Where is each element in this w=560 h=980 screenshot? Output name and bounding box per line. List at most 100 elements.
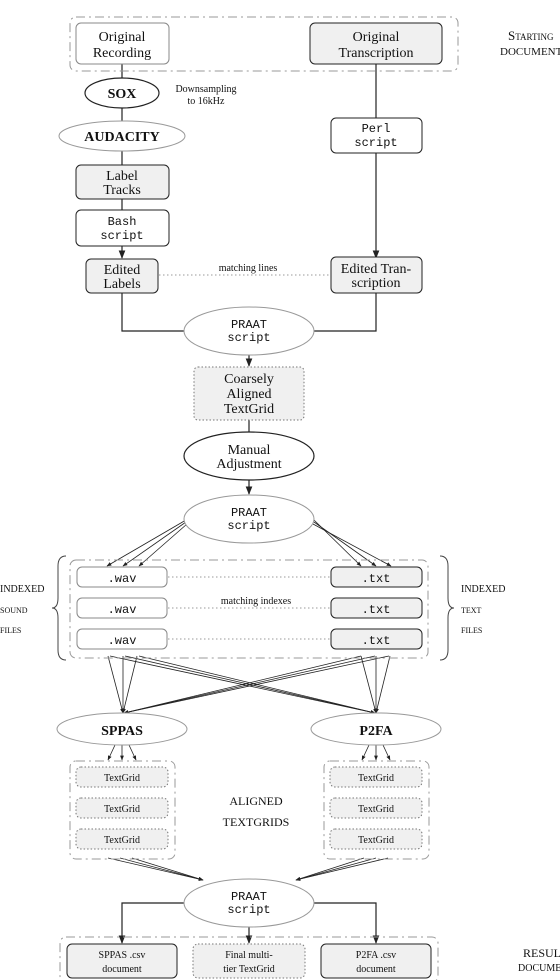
starting-documents-label: Starting documents [500,28,560,58]
sppas-node: SPPAS [56,712,188,746]
svg-text:script: script [227,519,270,533]
svg-text:script: script [354,136,397,150]
svg-text:Downsampling: Downsampling [175,84,236,95]
svg-text:documents: documents [500,46,560,58]
svg-text:Aligned: Aligned [229,794,283,808]
wav-file-3: .wav [76,628,168,650]
indexed-text-files-label: Indexed text files [461,584,505,635]
praat-script-node-2: PRAAT script [183,494,315,544]
svg-text:.wav: .wav [108,572,137,586]
final-multitier-textgrid-node: Final multi- tier TextGrid [192,943,306,979]
svg-text:SPPAS .csv: SPPAS .csv [99,950,146,961]
label-tracks-node: Label Tracks [75,164,170,200]
svg-text:Original: Original [353,30,400,45]
svg-text:Bash: Bash [108,215,137,229]
p2fa-textgrid-2: TextGrid [329,797,423,819]
audacity-node: AUDACITY [58,120,186,152]
svg-text:AUDACITY: AUDACITY [84,130,159,145]
svg-text:Recording: Recording [93,46,151,61]
svg-text:document: document [102,964,142,975]
edges-wav-to-sppas [107,655,138,714]
sppas-textgrid-3: TextGrid [75,828,169,850]
svg-text:sound: sound [0,606,28,615]
svg-text:TextGrid: TextGrid [358,804,394,815]
bash-script-node: Bash script [75,209,170,247]
edges-praat2-to-wav [106,519,188,567]
perl-script-node: Perl script [330,117,423,154]
svg-text:files: files [461,626,482,635]
svg-text:Manual: Manual [228,443,271,458]
workflow-diagram: Original Recording Original Transcriptio… [0,16,560,980]
svg-text:TextGrid: TextGrid [104,835,140,846]
p2fa-csv-document-node: P2FA .csv document [320,943,432,979]
indexed-sound-files-label: Indexed sound files [0,584,44,635]
svg-text:TextGrid: TextGrid [224,402,274,417]
svg-text:PRAAT: PRAAT [231,506,267,520]
coarsely-aligned-textgrid-node: Coarsely Aligned TextGrid [193,366,305,421]
sox-node: SOX [84,77,160,109]
praat-script-node-3: PRAAT script [183,878,315,928]
svg-text:tier TextGrid: tier TextGrid [223,964,275,975]
svg-text:Coarsely: Coarsely [224,372,274,387]
svg-text:document: document [356,964,396,975]
svg-text:script: script [227,331,270,345]
svg-text:Aligned: Aligned [226,387,271,402]
downsampling-note: Downsampling to 16kHz [175,84,236,107]
aligned-textgrids-label: Aligned TextGrids [223,794,290,829]
svg-text:Resulting: Resulting [523,946,560,960]
svg-text:.txt: .txt [362,572,391,586]
svg-text:PRAAT: PRAAT [231,318,267,332]
svg-text:Edited Tran-: Edited Tran- [341,262,412,277]
svg-text:text: text [461,606,482,615]
svg-text:PRAAT: PRAAT [231,890,267,904]
matching-lines-label: matching lines [219,263,278,274]
sppas-textgrid-1: TextGrid [75,766,169,788]
sppas-textgrid-2: TextGrid [75,797,169,819]
svg-text:TextGrid: TextGrid [104,804,140,815]
svg-text:P2FA .csv: P2FA .csv [356,950,396,961]
wav-file-1: .wav [76,566,168,588]
txt-file-1: .txt [330,566,423,588]
p2fa-textgrid-3: TextGrid [329,828,423,850]
edge-labels-praat1 [121,293,184,332]
svg-text:script: script [227,903,270,917]
svg-text:Perl: Perl [362,122,391,136]
edges-praat2-to-txt [312,519,392,567]
praat-script-node-1: PRAAT script [183,306,315,356]
txt-file-3: .txt [330,628,423,650]
svg-text:files: files [0,626,21,635]
right-brace [439,555,455,661]
svg-text:.wav: .wav [108,603,137,617]
svg-text:SOX: SOX [108,87,137,102]
svg-text:Label: Label [106,169,138,184]
svg-text:.wav: .wav [108,634,137,648]
edges-p2fa-to-textgrids [361,744,391,761]
svg-text:Indexed: Indexed [461,584,505,595]
svg-text:to 16kHz: to 16kHz [188,96,226,107]
svg-text:TextGrid: TextGrid [358,835,394,846]
svg-text:.txt: .txt [362,634,391,648]
manual-adjustment-node: Manual Adjustment [183,431,315,481]
edited-labels-node: Edited Labels [85,258,159,294]
resulting-documents-label: Resulting documents [518,946,560,974]
edges-txt-to-p2fa [360,655,391,714]
svg-text:scription: scription [352,276,401,291]
sppas-csv-document-node: SPPAS .csv document [66,943,178,979]
matching-indexes-label: matching indexes [221,596,291,607]
svg-text:TextGrids: TextGrids [223,815,290,829]
edges-p2fa-textgrids-to-praat3 [295,857,389,881]
svg-text:Adjustment: Adjustment [216,457,281,472]
svg-text:Indexed: Indexed [0,584,44,595]
svg-text:Original: Original [99,30,146,45]
edges-sppas-to-textgrids [107,744,137,761]
svg-text:TextGrid: TextGrid [104,773,140,784]
wav-file-2: .wav [76,597,168,619]
txt-file-2: .txt [330,597,423,619]
svg-text:TextGrid: TextGrid [358,773,394,784]
left-brace [51,555,67,661]
svg-text:documents: documents [518,963,560,974]
p2fa-textgrid-1: TextGrid [329,766,423,788]
edges-sppas-textgrids-to-praat3 [107,857,204,881]
edited-transcription-node: Edited Tran- scription [330,256,423,294]
edge-trans-praat1 [314,293,377,332]
